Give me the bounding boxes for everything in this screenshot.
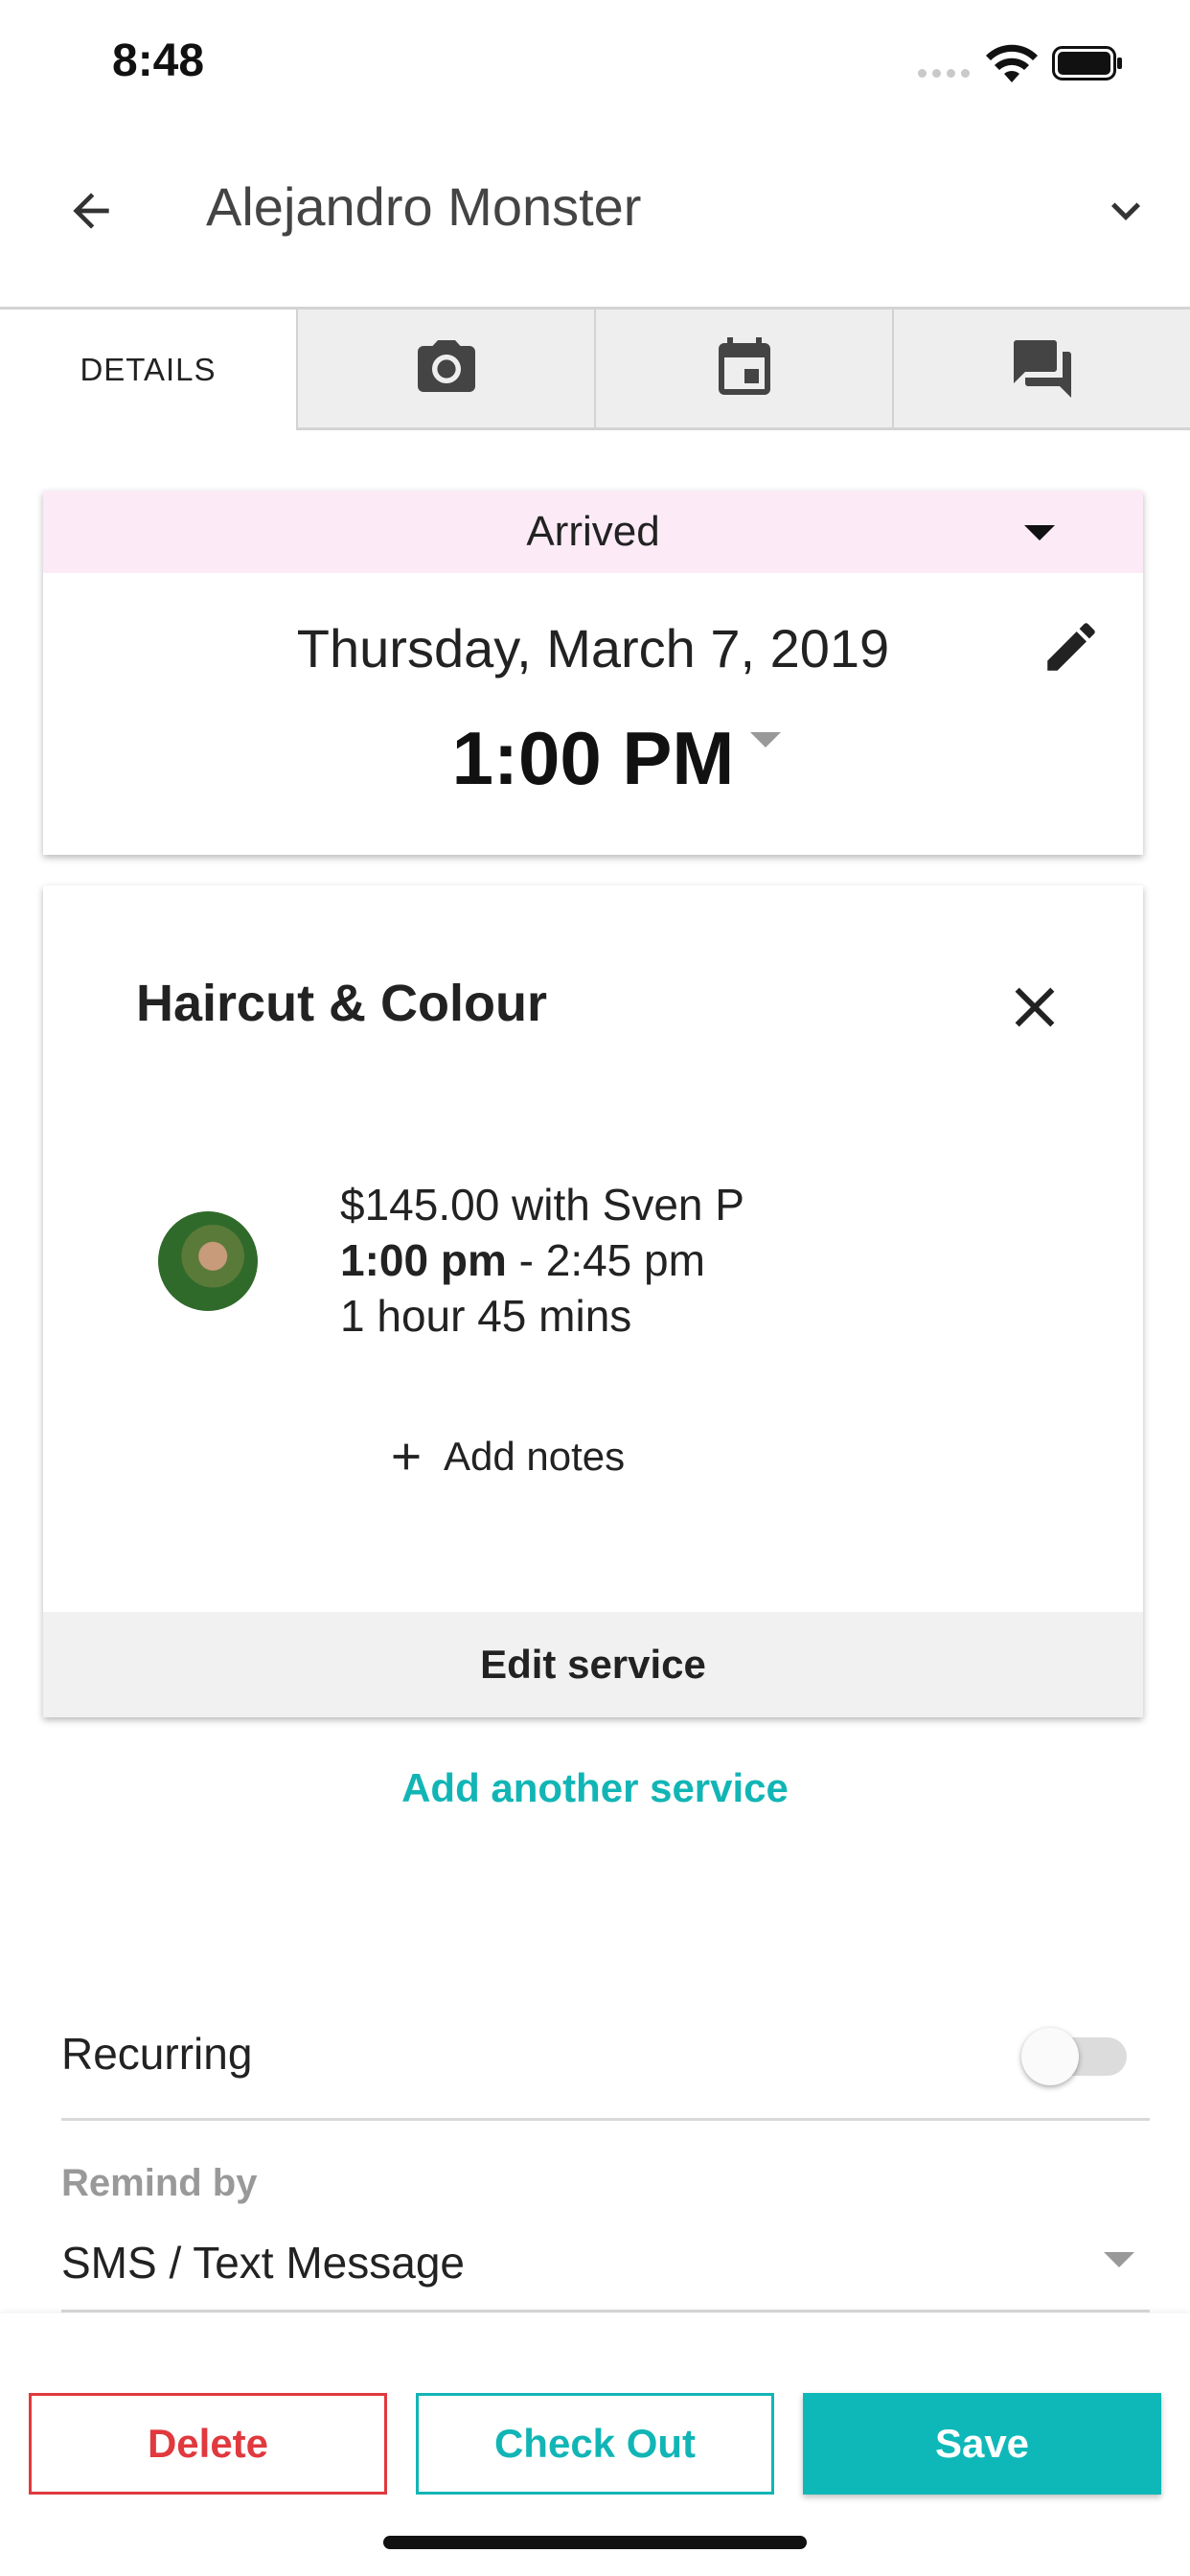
chevron-down-icon bbox=[1111, 202, 1140, 220]
service-card: Haircut & Colour $145.00 with Sven P 1:0… bbox=[43, 886, 1143, 1717]
add-notes-button[interactable]: Add notes bbox=[384, 1434, 625, 1480]
expand-header-button[interactable] bbox=[1087, 172, 1164, 249]
service-time-range: 1:00 pm - 2:45 pm bbox=[340, 1234, 705, 1286]
toggle-knob bbox=[1021, 2028, 1079, 2085]
time-caret-down-icon[interactable] bbox=[750, 732, 781, 748]
back-button[interactable] bbox=[53, 172, 129, 249]
service-title: Haircut & Colour bbox=[136, 975, 548, 1032]
tab-photos[interactable] bbox=[296, 310, 594, 430]
status-dropdown[interactable]: Arrived bbox=[43, 491, 1143, 573]
divider bbox=[61, 2118, 1150, 2121]
service-end-time: - 2:45 pm bbox=[506, 1235, 705, 1285]
chat-icon bbox=[1013, 339, 1071, 398]
add-another-service-link[interactable]: Add another service bbox=[0, 1765, 1190, 1811]
service-start-time: 1:00 pm bbox=[340, 1235, 507, 1285]
edit-service-button[interactable]: Edit service bbox=[43, 1612, 1143, 1717]
checkout-button[interactable]: Check Out bbox=[416, 2393, 774, 2495]
camera-icon bbox=[417, 339, 475, 392]
tab-appointments[interactable] bbox=[594, 310, 892, 430]
caret-down-icon bbox=[1024, 525, 1055, 540]
tab-messages[interactable] bbox=[892, 310, 1190, 430]
home-indicator bbox=[383, 2536, 807, 2549]
cellular-signal-icon bbox=[918, 69, 972, 79]
client-name-title: Alejandro Monster bbox=[206, 176, 642, 237]
appointment-time[interactable]: 1:00 PM bbox=[43, 715, 1143, 802]
tab-details[interactable]: DETAILS bbox=[0, 310, 296, 430]
appointment-date: Thursday, March 7, 2019 bbox=[296, 618, 890, 678]
service-price-staff: $145.00 with Sven P bbox=[340, 1180, 744, 1230]
wifi-icon bbox=[986, 44, 1038, 82]
plus-icon bbox=[393, 1443, 420, 1470]
divider bbox=[61, 2310, 1150, 2312]
edit-pencil-icon[interactable] bbox=[1040, 615, 1103, 678]
save-button[interactable]: Save bbox=[803, 2393, 1161, 2495]
close-icon[interactable] bbox=[1001, 974, 1068, 1041]
recurring-toggle[interactable] bbox=[1021, 2028, 1129, 2085]
remind-by-select[interactable]: SMS / Text Message bbox=[61, 2237, 465, 2288]
status-bar-time: 8:48 bbox=[112, 35, 205, 86]
calendar-icon bbox=[718, 336, 770, 395]
battery-icon bbox=[1052, 46, 1122, 80]
recurring-label: Recurring bbox=[61, 2029, 253, 2079]
remind-caret-down-icon[interactable] bbox=[1104, 2252, 1134, 2267]
remind-by-label: Remind by bbox=[61, 2162, 258, 2204]
status-value: Arrived bbox=[526, 508, 660, 555]
service-duration: 1 hour 45 mins bbox=[340, 1291, 632, 1341]
tab-bar: DETAILS bbox=[0, 307, 1190, 430]
arrow-left-icon bbox=[73, 193, 109, 229]
staff-avatar bbox=[158, 1211, 258, 1311]
add-notes-label: Add notes bbox=[444, 1434, 626, 1479]
delete-button[interactable]: Delete bbox=[29, 2393, 387, 2495]
appointment-card: Arrived Thursday, March 7, 2019 1:00 PM bbox=[43, 491, 1143, 855]
